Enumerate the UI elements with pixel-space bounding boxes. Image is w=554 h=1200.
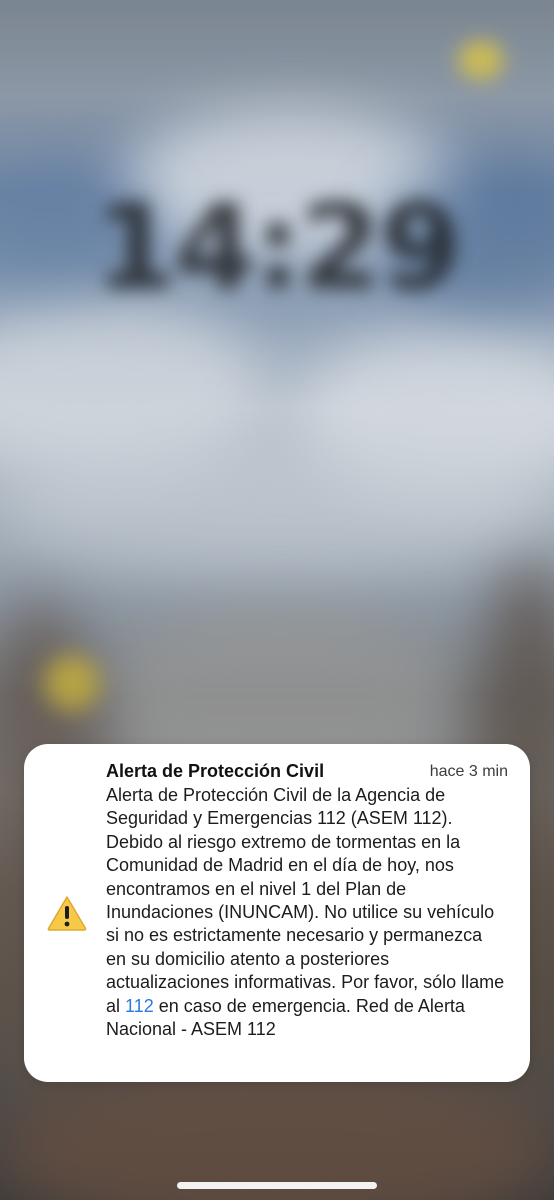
- background-light: [458, 40, 504, 80]
- notification-title: Alerta de Protección Civil: [106, 761, 325, 781]
- notification-body-text-end: en caso de emergencia. Red de Alerta Nac…: [106, 995, 465, 1040]
- home-indicator[interactable]: [177, 1182, 377, 1189]
- emergency-alert-notification[interactable]: Alerta de Protección Civil hace 3 min Al…: [24, 744, 530, 1082]
- notification-body: Alerta de Protección Civil de la Agencia…: [106, 784, 506, 1041]
- notification-timestamp: hace 3 min: [429, 763, 508, 780]
- warning-triangle-icon: [47, 896, 87, 931]
- notification-body-text: Alerta de Protección Civil de la Agencia…: [106, 785, 505, 1016]
- background-light: [44, 655, 100, 711]
- lock-screen-clock: 14:29: [94, 178, 462, 316]
- phone-number-link[interactable]: 112: [125, 996, 154, 1016]
- lock-screen: 14:29 Alerta de Protección Civil hace 3 …: [0, 0, 554, 1200]
- background-cloud: [0, 440, 554, 580]
